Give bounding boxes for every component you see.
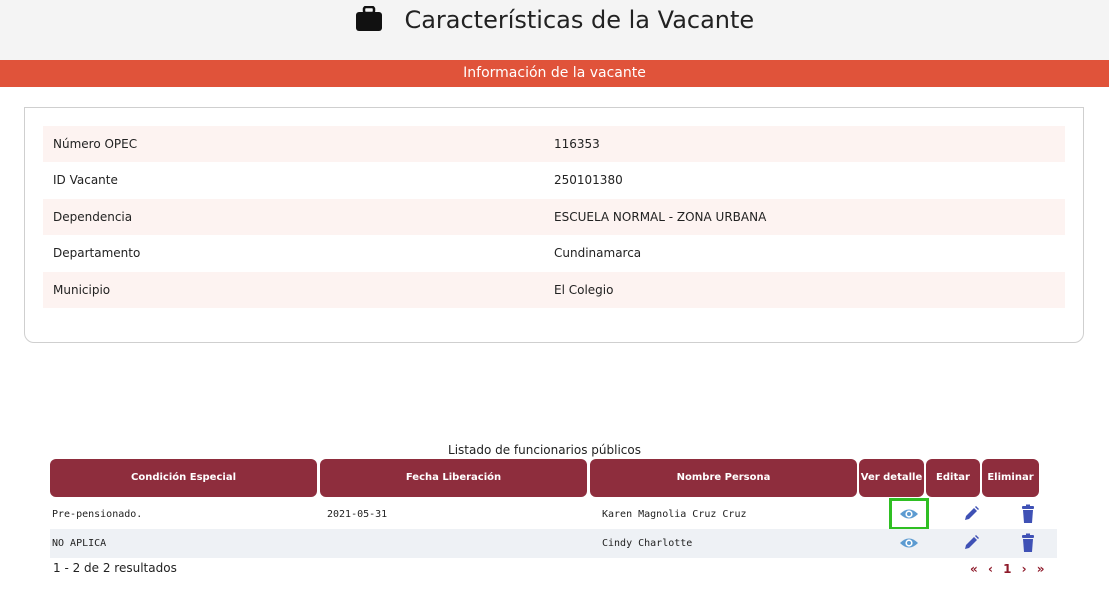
table-row: NO APLICA Cindy Charlotte bbox=[50, 529, 1057, 558]
trash-icon[interactable] bbox=[1018, 533, 1038, 553]
info-label: Municipio bbox=[53, 283, 111, 297]
page-title: Características de la Vacante bbox=[404, 6, 755, 34]
top-bar: Características de la Vacante bbox=[0, 0, 1109, 61]
first-page-button[interactable]: « bbox=[970, 561, 978, 577]
list-caption: Listado de funcionarios públicos bbox=[448, 443, 641, 457]
cell-nombre: Cindy Charlotte bbox=[602, 538, 693, 549]
briefcase-icon bbox=[355, 5, 383, 40]
vacancy-info-card: Número OPEC 116353 ID Vacante 250101380 … bbox=[24, 107, 1084, 343]
prev-page-button[interactable]: ‹ bbox=[988, 561, 993, 577]
column-header-nombre[interactable]: Nombre Persona bbox=[590, 459, 857, 497]
cell-condicion: NO APLICA bbox=[52, 538, 107, 549]
section-header: Información de la vacante bbox=[0, 60, 1109, 87]
results-count: 1 - 2 de 2 resultados bbox=[53, 561, 177, 575]
info-value: ESCUELA NORMAL - ZONA URBANA bbox=[554, 210, 767, 224]
page-number-button[interactable]: 1 bbox=[1003, 561, 1011, 577]
column-header-fecha[interactable]: Fecha Liberación bbox=[320, 459, 587, 497]
info-row-dependencia: Dependencia ESCUELA NORMAL - ZONA URBANA bbox=[43, 199, 1065, 235]
info-label: Departamento bbox=[53, 246, 141, 260]
info-label: Número OPEC bbox=[53, 137, 138, 151]
cell-nombre: Karen Magnolia Cruz Cruz bbox=[602, 509, 747, 520]
column-header-ver-detalle: Ver detalle bbox=[859, 459, 924, 497]
pencil-icon[interactable] bbox=[961, 533, 981, 553]
info-row-opec: Número OPEC 116353 bbox=[43, 126, 1065, 162]
info-row-municipio: Municipio El Colegio bbox=[43, 272, 1065, 308]
info-value: El Colegio bbox=[554, 283, 614, 297]
eye-icon[interactable] bbox=[899, 533, 919, 553]
column-header-condicion[interactable]: Condición Especial bbox=[50, 459, 317, 497]
info-row-id-vacante: ID Vacante 250101380 bbox=[43, 162, 1065, 198]
page-title-container: Características de la Vacante bbox=[0, 4, 1109, 40]
column-header-eliminar: Eliminar bbox=[982, 459, 1039, 497]
info-label: ID Vacante bbox=[53, 173, 118, 187]
info-value: 116353 bbox=[554, 137, 600, 151]
info-value: Cundinamarca bbox=[554, 246, 642, 260]
trash-icon[interactable] bbox=[1018, 504, 1038, 524]
info-value: 250101380 bbox=[554, 173, 623, 187]
next-page-button[interactable]: › bbox=[1022, 561, 1027, 577]
eye-highlight-box bbox=[889, 498, 929, 530]
pencil-icon[interactable] bbox=[961, 504, 981, 524]
pagination: « ‹ 1 › » bbox=[970, 561, 1051, 577]
cell-condicion: Pre-pensionado. bbox=[52, 509, 143, 520]
info-row-departamento: Departamento Cundinamarca bbox=[43, 235, 1065, 271]
last-page-button[interactable]: » bbox=[1037, 561, 1045, 577]
cell-fecha: 2021-05-31 bbox=[327, 509, 388, 520]
info-label: Dependencia bbox=[53, 210, 133, 224]
column-header-editar: Editar bbox=[926, 459, 980, 497]
